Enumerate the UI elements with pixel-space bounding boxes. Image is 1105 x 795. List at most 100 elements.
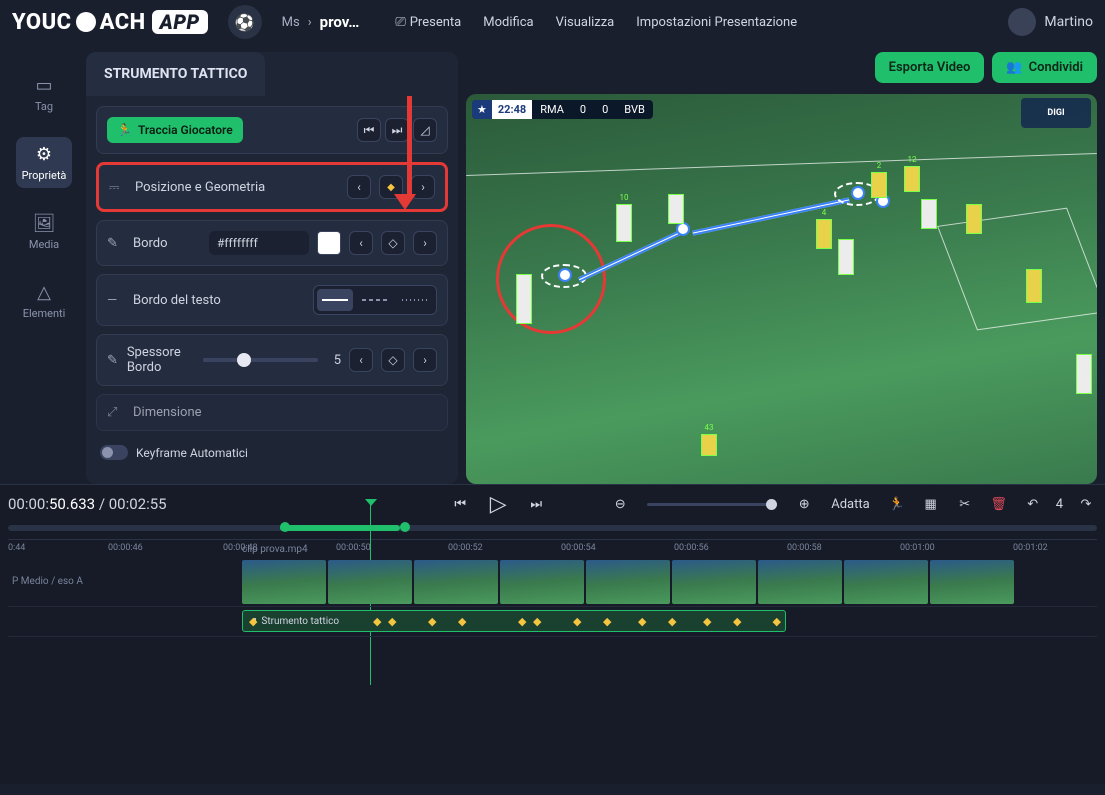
film-icon[interactable]: ▦ — [920, 493, 942, 515]
dash-solid[interactable] — [317, 289, 353, 311]
border-color-input[interactable] — [209, 231, 309, 255]
clip-thumb — [328, 560, 412, 604]
redo-icon[interactable]: ↷ — [1075, 493, 1097, 515]
prev-keyframe-button[interactable]: ⏮ — [357, 118, 381, 142]
tactical-node[interactable] — [851, 186, 865, 200]
video-player[interactable]: ★ 22:48 RMA 0 0 BVB DIGI — [466, 94, 1097, 484]
clip-thumb — [242, 560, 326, 604]
scissors-icon[interactable]: ✂ — [954, 493, 976, 515]
user-menu[interactable]: Martino — [1008, 8, 1093, 36]
track-player-button[interactable]: 🏃 Traccia Giocatore — [107, 117, 243, 143]
undo-icon[interactable]: ↶ — [1022, 493, 1044, 515]
keyframe-toggle[interactable]: ◇ — [381, 231, 405, 255]
play-icon[interactable]: ▷ — [487, 493, 509, 515]
team1: RMA — [532, 100, 572, 119]
breadcrumb-root[interactable]: Ms — [282, 15, 300, 30]
track-row-video: P Medio / eso A clip prova.mp4 — [8, 557, 1097, 607]
breadcrumb: Ms › prov… — [282, 13, 360, 31]
score2: 0 — [594, 100, 616, 119]
panel-body: 🏃 Traccia Giocatore ⏮ ⏭ ◿ ⎓Posizione e G… — [86, 96, 458, 484]
menu-modifica[interactable]: Modifica — [483, 15, 533, 30]
row-dimensione[interactable]: ⤢Dimensione — [96, 394, 448, 431]
menu-presenta[interactable]: ⎚Presenta — [395, 15, 461, 30]
timeline: 00:00:50.633 / 00:02:55 ⏮ ▷ ⏭ ⊖ ⊕ Adatta… — [0, 484, 1105, 784]
sidebar: ▭ Tag ⚙ Proprietà 🖼 Media △ Elementi — [8, 52, 80, 484]
sidebar-item-proprieta[interactable]: ⚙ Proprietà — [16, 137, 72, 188]
kf-prev-button[interactable]: ‹ — [347, 175, 371, 199]
kf-next-button[interactable]: › — [413, 231, 437, 255]
timecode: 00:00:50.633 / 00:02:55 — [8, 495, 167, 513]
breadcrumb-current[interactable]: prov… — [320, 13, 360, 31]
brush-icon: ✎ — [107, 236, 125, 251]
line-icon: — — [107, 293, 125, 308]
sidebar-item-media[interactable]: 🖼 Media — [16, 206, 72, 257]
row-bordo: ✎Bordo ‹ ◇ › — [96, 220, 448, 266]
skip-fwd-icon[interactable]: ⏭ — [525, 493, 547, 515]
ucl-icon: ★ — [472, 100, 492, 119]
video-clip[interactable] — [242, 560, 1014, 604]
menu-impostazioni[interactable]: Impostazioni Presentazione — [636, 15, 797, 30]
skip-back-icon[interactable]: ⏮ — [449, 493, 471, 515]
keyframe-auto-label: Keyframe Automatici — [136, 446, 248, 460]
playback-controls: ⏮ ▷ ⏭ ⊖ ⊕ Adatta 🏃 ▦ ✂ 🗑 ↶ 4 ↷ — [449, 493, 1097, 515]
kf-next-button[interactable]: › — [413, 348, 437, 372]
kf-prev-button[interactable]: ‹ — [349, 231, 373, 255]
row-spessore: ✎Spessore Bordo 5 ‹ ◇ › — [96, 334, 448, 386]
dash-dashed[interactable] — [357, 289, 393, 311]
sliders-icon: ⚙ — [30, 143, 58, 165]
trash-icon[interactable]: 🗑 — [988, 493, 1010, 515]
keyframe-toggle[interactable]: ◆ — [379, 175, 403, 199]
timeline-overview[interactable] — [8, 525, 1097, 531]
timeline-tracks: P Medio / eso A clip prova.mp4 ↗ Strumen… — [8, 557, 1097, 637]
sidebar-item-tag[interactable]: ▭ Tag — [16, 68, 72, 119]
fit-button[interactable]: Adatta — [831, 497, 869, 512]
color-swatch[interactable] — [317, 231, 341, 255]
player-box — [1076, 354, 1092, 394]
keyframe-auto-toggle[interactable] — [100, 445, 128, 460]
keyframe-toggle[interactable]: ◇ — [381, 348, 405, 372]
player-box — [516, 274, 532, 324]
player-box: 43 — [701, 434, 717, 456]
row-position-geometry[interactable]: ⎓Posizione e Geometria ‹ ◆ › — [96, 162, 448, 212]
player-box: 10 — [616, 204, 632, 242]
kf-prev-button[interactable]: ‹ — [349, 348, 373, 372]
top-menu: ⎚Presenta Modifica Visualizza Impostazio… — [395, 15, 797, 30]
zoom-in-icon[interactable]: ⊕ — [793, 493, 815, 515]
eraser-button[interactable]: ◿ — [413, 118, 437, 142]
dash-dotted[interactable] — [397, 289, 433, 311]
zoom-slider[interactable] — [647, 503, 777, 506]
clip-thumb — [672, 560, 756, 604]
clip-thumb — [844, 560, 928, 604]
tactical-clip[interactable]: ↗ Strumento tattico ◆ ◆ ◆ ◆ ◆ ◆ ◆ ◆ ◆ ◆ … — [242, 610, 786, 632]
tactical-node[interactable] — [676, 222, 690, 236]
score1: 0 — [572, 100, 594, 119]
video-area: Esporta Video 👥Condividi ★ 22:48 RMA 0 0… — [466, 52, 1097, 484]
clip-thumb — [586, 560, 670, 604]
track-label: P Medio / eso A — [8, 576, 228, 587]
sidebar-label: Elementi — [23, 307, 66, 320]
runner-icon[interactable]: 🏃 — [886, 493, 908, 515]
logo-badge: APP — [152, 10, 208, 34]
next-keyframe-button[interactable]: ⏭ — [385, 118, 409, 142]
match-time: 22:48 — [492, 100, 532, 119]
tactical-node[interactable] — [558, 268, 572, 282]
thickness-slider[interactable] — [203, 358, 318, 362]
ball-icon — [76, 12, 96, 32]
player-box: 4 — [816, 219, 832, 249]
menu-visualizza[interactable]: Visualizza — [556, 15, 615, 30]
ruler-tick: 00:01:02 — [1013, 543, 1048, 553]
tag-icon: ▭ — [30, 74, 58, 96]
screen-icon: ⎚ — [395, 15, 405, 30]
action-buttons: Esporta Video 👥Condividi — [875, 52, 1097, 83]
clip-thumb — [414, 560, 498, 604]
track-row-tactical: ↗ Strumento tattico ◆ ◆ ◆ ◆ ◆ ◆ ◆ ◆ ◆ ◆ … — [8, 607, 1097, 637]
sidebar-item-elementi[interactable]: △ Elementi — [16, 275, 72, 326]
share-button[interactable]: 👥Condividi — [992, 52, 1097, 83]
export-video-button[interactable]: Esporta Video — [875, 52, 985, 83]
doc-ball-icon[interactable]: ⚽ — [228, 5, 262, 39]
player-box: 12 — [904, 166, 920, 192]
kf-next-button[interactable]: › — [411, 175, 435, 199]
logo[interactable]: YOUC ACH APP — [12, 10, 208, 35]
panel-title: STRUMENTO TATTICO — [86, 52, 265, 96]
zoom-out-icon[interactable]: ⊖ — [609, 493, 631, 515]
